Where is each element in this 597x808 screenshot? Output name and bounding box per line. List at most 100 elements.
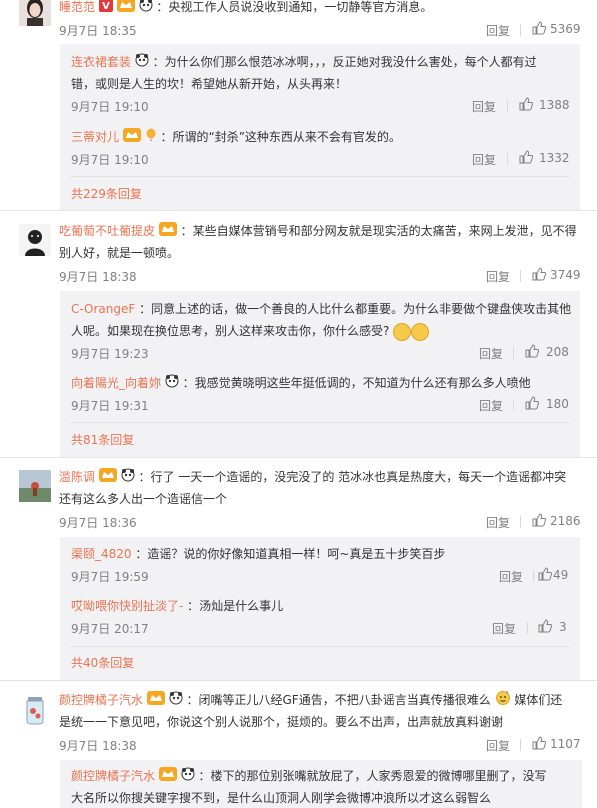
like-icon[interactable]	[525, 344, 539, 358]
view-all-replies-link[interactable]: 共229条回复	[71, 185, 142, 202]
comment-text: ：行了 一天一个造谣的，没完没了的 范冰冰也真是热度大，每天一个造谣都冲突	[138, 470, 567, 484]
comment-time: 9月7日 18:36	[59, 516, 137, 530]
reply-button[interactable]: 回复	[479, 345, 503, 362]
svg-text:V: V	[102, 1, 110, 12]
reply-time: 9月7日 19:59	[71, 570, 149, 584]
like-count: 3749	[550, 268, 581, 282]
comment-text: ：某些自媒体营销号和部分网友就是现实活的太痛苦，来网上发泄，见不得	[180, 224, 577, 238]
reply-button[interactable]: 回复	[486, 737, 510, 754]
avatar[interactable]	[19, 470, 51, 502]
like-count: 1332	[539, 151, 570, 165]
panda-icon	[135, 52, 149, 74]
view-all-replies-link[interactable]: 共81条回复	[71, 431, 134, 448]
divider	[520, 739, 521, 751]
username-link[interactable]: 睡范范	[59, 0, 95, 14]
reply-time: 9月7日 19:10	[71, 100, 149, 114]
sweat-emoji-icon	[495, 689, 511, 712]
avatar[interactable]	[19, 693, 51, 725]
divider	[520, 516, 521, 528]
username-link[interactable]: 吃葡萄不吐葡提皮	[59, 224, 155, 238]
reply-button[interactable]: 回复	[472, 98, 496, 115]
blush-emoji-icon	[411, 322, 430, 341]
reply-button[interactable]: 回复	[486, 514, 510, 531]
comment-row: 颜控牌橘子汽水 ：闭嘴等正儿八经GF通告，不把八卦谣言当真传播很难么 媒体们还	[59, 689, 562, 712]
reply-row: 渠颐_4820 ：造谣？说的你好像知道真相一样！呵~真是五十步笑百步	[71, 543, 445, 565]
username-link[interactable]: 连衣裙套装	[71, 55, 131, 69]
username-link[interactable]: 颜控牌橘子汽水	[59, 693, 143, 707]
divider	[513, 347, 514, 359]
comment-text-line2: 还有这么多人出一个造谣信一个	[59, 492, 228, 506]
member-crown-icon	[158, 766, 177, 788]
username-link[interactable]: 渠颐_4820	[71, 547, 132, 561]
reply-text: ：同意上述的话，做一个善良的人比什么都重要。为什么非要做个键盘侠攻击其他	[139, 302, 572, 316]
avatar[interactable]	[19, 224, 51, 256]
comment-text-line2: 是统一一下意见吧，你说这个别人说那个，挺烦的。要么不出声，出声就放真料谢谢	[59, 715, 504, 729]
like-icon[interactable]	[519, 97, 533, 111]
reply-row: 三蒂对儿 ：所谓的“封杀”这种东西从来不会有官发的。	[71, 126, 401, 149]
comment-time: 9月7日 18:35	[59, 24, 137, 38]
reply-row: C-OrangeF ：同意上述的话，做一个善良的人比什么都重要。为什么非要做个键…	[71, 298, 571, 320]
blush-emoji-icon	[393, 322, 412, 341]
divider	[70, 422, 570, 423]
like-count: 1107	[550, 737, 581, 751]
avatar[interactable]	[19, 0, 51, 26]
panda-icon	[165, 373, 179, 395]
divider	[520, 24, 521, 36]
like-icon[interactable]	[532, 736, 546, 750]
like-icon[interactable]	[532, 21, 546, 35]
like-count: 208	[546, 345, 569, 359]
comment-text: ：闭嘴等正儿八经GF通告，不把八卦谣言当真传播很难么	[186, 693, 491, 707]
reply-text: ：所谓的“封杀”这种东西从来不会有官发的。	[160, 130, 401, 144]
divider	[533, 570, 534, 582]
divider	[0, 457, 597, 458]
divider	[507, 100, 508, 112]
like-icon[interactable]	[538, 567, 552, 581]
comment-text: 媒体们还	[514, 693, 563, 707]
reply-time: 9月7日 20:17	[71, 622, 149, 636]
comment-text-line2: 别人好，就是一顿喷。	[59, 246, 180, 260]
username-link[interactable]: 滥陈调	[59, 470, 95, 484]
member-crown-icon	[158, 221, 177, 243]
comment-row: 吃葡萄不吐葡提皮 ：某些自媒体营销号和部分网友就是现实活的太痛苦，来网上发泄，见…	[59, 220, 577, 243]
verified-v-icon: V	[98, 0, 113, 19]
like-icon[interactable]	[532, 513, 546, 527]
like-icon[interactable]	[525, 396, 539, 410]
username-link[interactable]: 颜控牌橘子汽水	[71, 769, 155, 783]
reply-button[interactable]: 回复	[472, 151, 496, 168]
balloon-icon	[145, 127, 157, 149]
like-icon[interactable]	[519, 150, 533, 164]
reply-text-line2: 大名所以你搜关键字搜不到，是什么山顶洞人刚学会微博冲浪所以才这么弱智么	[71, 791, 492, 805]
divider	[520, 270, 521, 282]
divider	[0, 210, 597, 211]
like-count: 2186	[550, 514, 581, 528]
username-link[interactable]: 向着陽光_向着妳	[71, 376, 161, 390]
panda-icon	[181, 766, 195, 788]
reply-row: 哎呦喂你快别扯淡了- ：汤灿是什么事儿	[71, 595, 283, 617]
reply-text-line2: 错，或则是人生的坎！希望她从新开始，从头再来！	[71, 77, 348, 91]
divider	[527, 622, 528, 634]
reply-text: ：汤灿是什么事儿	[187, 599, 284, 613]
like-count: 1388	[539, 98, 570, 112]
reply-button[interactable]: 回复	[499, 568, 523, 585]
reply-button[interactable]: 回复	[479, 397, 503, 414]
comment-time: 9月7日 18:38	[59, 739, 137, 753]
username-link[interactable]: C-OrangeF	[71, 302, 135, 316]
like-icon[interactable]	[538, 619, 552, 633]
comment-time: 9月7日 18:38	[59, 270, 137, 284]
reply-text: ：我感觉黄晓明这些年挺低调的，不知道为什么还有那么多人喷他	[182, 376, 531, 390]
member-crown-icon	[116, 0, 135, 19]
reply-button[interactable]: 回复	[486, 22, 510, 39]
reply-button[interactable]: 回复	[492, 620, 516, 637]
reply-text: ：楼下的那位别张嘴就放屁了，人家秀恩爱的微博哪里删了，没写	[198, 769, 547, 783]
comment-text: ：央视工作人员说没收到通知，一切静等官方消息。	[156, 0, 433, 14]
view-all-replies-link[interactable]: 共40条回复	[71, 654, 134, 671]
username-link[interactable]: 三蒂对儿	[71, 130, 119, 144]
like-count: 3	[559, 620, 567, 634]
divider	[0, 680, 597, 681]
reply-text: ：造谣？说的你好像知道真相一样！呵~真是五十步笑百步	[135, 547, 446, 561]
reply-button[interactable]: 回复	[486, 268, 510, 285]
like-icon[interactable]	[532, 267, 546, 281]
username-link[interactable]: 哎呦喂你快别扯淡了-	[71, 599, 183, 613]
panda-icon	[139, 0, 153, 19]
like-count: 180	[546, 397, 569, 411]
